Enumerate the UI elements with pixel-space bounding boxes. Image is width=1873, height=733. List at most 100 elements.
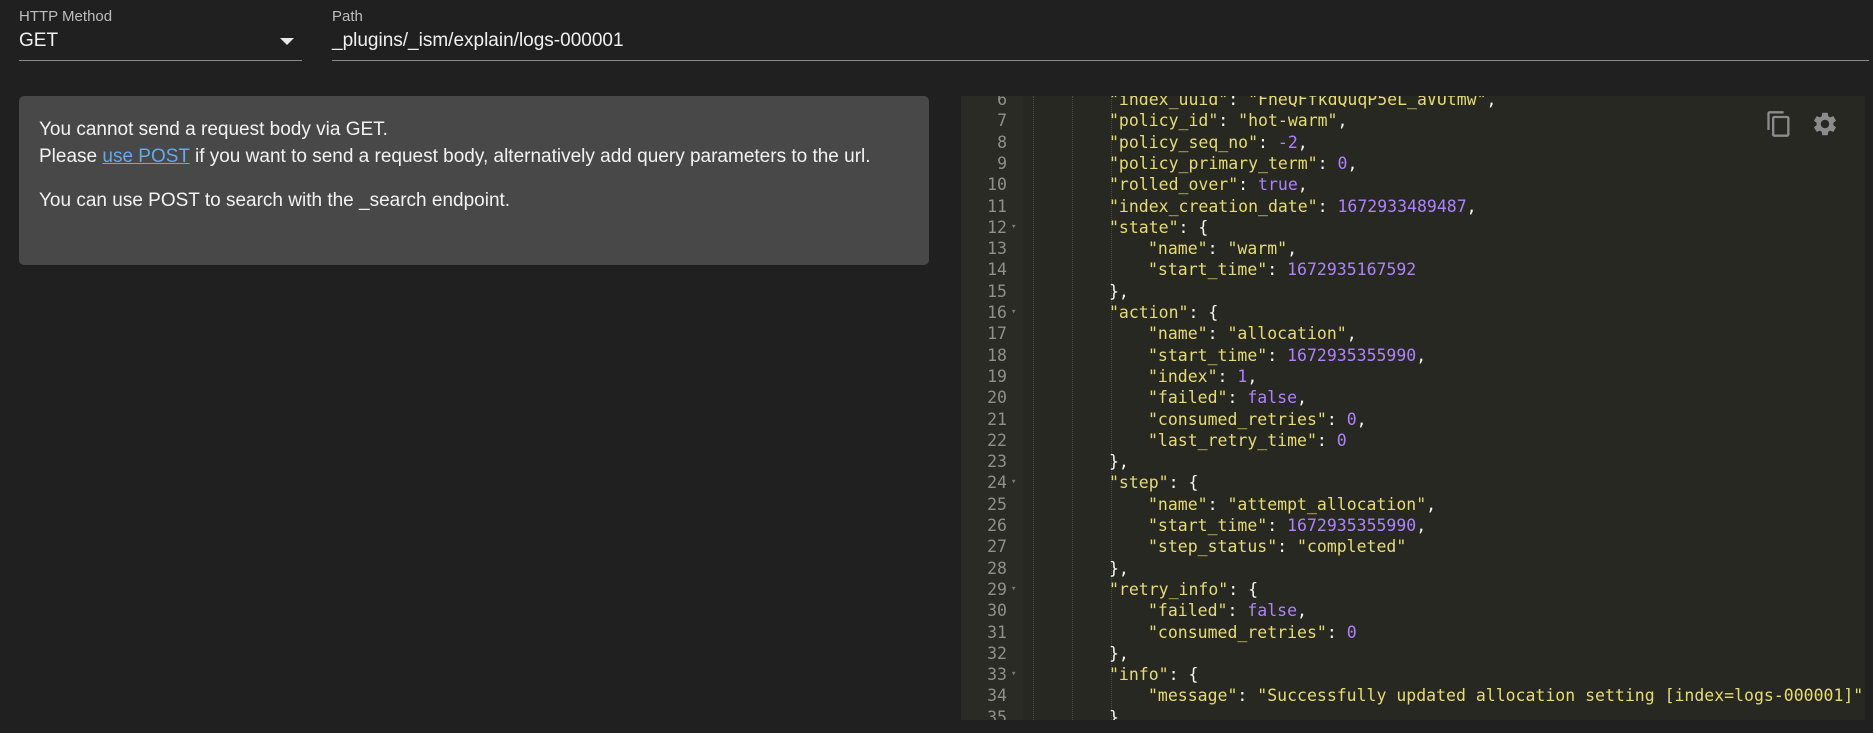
- chevron-down-icon[interactable]: [280, 38, 294, 45]
- line-number: 21: [987, 409, 1007, 429]
- line-number: 24: [987, 473, 1007, 493]
- code-line: 7 "policy_id": "hot-warm",: [961, 110, 1865, 131]
- code-text: "failed": false,: [1148, 388, 1307, 408]
- code-line: 33 ▾ "info": {: [961, 664, 1865, 685]
- code-line: 13 "name": "warm",: [961, 238, 1865, 259]
- code-line: 18 "start_time": 1672935355990,: [961, 345, 1865, 366]
- line-number: 26: [987, 516, 1007, 535]
- code-text: "last_retry_time": 0: [1148, 430, 1347, 450]
- code-text: "policy_primary_term": 0,: [1109, 153, 1358, 173]
- line-number: 18: [987, 345, 1007, 365]
- line-number: 28: [987, 558, 1007, 578]
- code-line: 17 "name": "allocation",: [961, 323, 1865, 344]
- copy-icon[interactable]: [1765, 110, 1793, 138]
- line-number: 15: [987, 281, 1007, 301]
- code-text: "consumed_retries": 0,: [1148, 409, 1367, 429]
- use-post-link[interactable]: use POST: [102, 146, 189, 167]
- line-number: 31: [987, 622, 1007, 642]
- http-method-label: HTTP Method: [19, 8, 113, 25]
- request-body-warning: You cannot send a request body via GET. …: [19, 96, 929, 265]
- code-line: 15},: [961, 281, 1865, 302]
- line-number: 29: [987, 579, 1007, 599]
- fold-toggle-icon[interactable]: ▾: [1011, 579, 1016, 600]
- line-number: 9: [997, 153, 1007, 173]
- line-number: 25: [987, 494, 1007, 514]
- code-line: 20 "failed": false,: [961, 387, 1865, 408]
- code-line: 11 "index_creation_date": 1672933489487,: [961, 196, 1865, 217]
- code-line: 8 "policy_seq_no": -2,: [961, 132, 1865, 153]
- line-number: 14: [987, 260, 1007, 280]
- warning-line-1: You cannot send a request body via GET.: [39, 119, 388, 140]
- code-line: 34 "message": "Successfully updated alloc…: [961, 685, 1865, 706]
- code-line: 14 "start_time": 1672935167592: [961, 259, 1865, 280]
- code-line: 10 "rolled_over": true,: [961, 174, 1865, 195]
- line-number: 11: [987, 196, 1007, 216]
- code-line: 21 "consumed_retries": 0,: [961, 409, 1865, 430]
- line-number: 23: [987, 452, 1007, 472]
- code-line: 27 "step_status": "completed": [961, 536, 1865, 557]
- code-text: "step_status": "completed": [1148, 537, 1407, 557]
- code-line: 22 "last_retry_time": 0: [961, 430, 1865, 451]
- code-text: "retry_info": {: [1109, 579, 1259, 599]
- code-line: 9 "policy_primary_term": 0,: [961, 153, 1865, 174]
- code-text: "action": {: [1109, 303, 1219, 322]
- fold-toggle-icon[interactable]: ▾: [1011, 217, 1016, 238]
- code-text: },: [1109, 452, 1129, 472]
- line-number: 33: [987, 665, 1007, 685]
- code-text: "name": "attempt_allocation",: [1148, 494, 1437, 514]
- code-line: 6 "index_uuid": "FheQFfkdQuqP5eL_aVUtmw",: [961, 96, 1865, 110]
- code-text: "failed": false,: [1148, 601, 1307, 621]
- http-method-underline: [19, 60, 302, 61]
- line-number: 13: [987, 239, 1007, 259]
- code-line: 26 "start_time": 1672935355990,: [961, 515, 1865, 536]
- fold-toggle-icon[interactable]: ▾: [1011, 302, 1016, 323]
- code-text: "start_time": 1672935355990,: [1148, 345, 1427, 365]
- line-number: 32: [987, 643, 1007, 663]
- code-text: "name": "allocation",: [1148, 324, 1357, 344]
- code-text: "step": {: [1109, 473, 1199, 493]
- code-line: 19 "index": 1,: [961, 366, 1865, 387]
- line-number: 35: [987, 707, 1007, 720]
- path-label: Path: [332, 8, 363, 25]
- line-number: 10: [987, 175, 1007, 195]
- fold-toggle-icon[interactable]: ▾: [1011, 472, 1016, 493]
- path-input[interactable]: _plugins/_ism/explain/logs-000001: [332, 30, 624, 52]
- code-line: 23},: [961, 451, 1865, 472]
- fold-toggle-icon[interactable]: ▾: [1011, 664, 1016, 685]
- line-number: 7: [997, 111, 1007, 131]
- line-number: 16: [987, 303, 1007, 322]
- code-text: },: [1109, 281, 1129, 301]
- code-text: "policy_id": "hot-warm",: [1109, 111, 1348, 131]
- line-number: 22: [987, 430, 1007, 450]
- code-text: }: [1109, 707, 1119, 720]
- code-line: 35}: [961, 707, 1865, 720]
- code-line: 25 "name": "attempt_allocation",: [961, 494, 1865, 515]
- code-line: 28},: [961, 558, 1865, 579]
- code-text: "policy_seq_no": -2,: [1109, 132, 1308, 152]
- warning-text-before: Please: [39, 146, 103, 167]
- line-number: 20: [987, 388, 1007, 408]
- code-line: 12 ▾ "state": {: [961, 217, 1865, 238]
- code-line: 29 ▾ "retry_info": {: [961, 579, 1865, 600]
- response-editor[interactable]: 6 "index_uuid": "FheQFfkdQuqP5eL_aVUtmw",…: [961, 96, 1865, 720]
- code-text: "index_creation_date": 1672933489487,: [1109, 196, 1477, 216]
- warning-text-after: if you want to send a request body, alte…: [189, 146, 871, 167]
- line-number: 19: [987, 366, 1007, 386]
- code-line: 31 "consumed_retries": 0: [961, 622, 1865, 643]
- code-text: "index": 1,: [1148, 366, 1258, 386]
- code-line: 16 ▾ "action": {: [961, 302, 1865, 323]
- warning-line-3: You can use POST to search with the _sea…: [39, 190, 511, 211]
- gear-icon[interactable]: [1811, 110, 1839, 138]
- http-method-value[interactable]: GET: [19, 30, 58, 52]
- code-text: "start_time": 1672935167592: [1148, 260, 1417, 280]
- code-text: "name": "warm",: [1148, 239, 1298, 259]
- line-number: 30: [987, 601, 1007, 621]
- code-text: },: [1109, 643, 1129, 663]
- code-text: "index_uuid": "FheQFfkdQuqP5eL_aVUtmw",: [1109, 96, 1497, 109]
- warning-line-2: Please use POST if you want to send a re…: [39, 143, 909, 170]
- line-number: 12: [987, 217, 1007, 237]
- code-line: 24 ▾ "step": {: [961, 472, 1865, 493]
- line-number: 27: [987, 537, 1007, 557]
- code-text: "info": {: [1109, 665, 1199, 685]
- path-underline: [332, 60, 1869, 61]
